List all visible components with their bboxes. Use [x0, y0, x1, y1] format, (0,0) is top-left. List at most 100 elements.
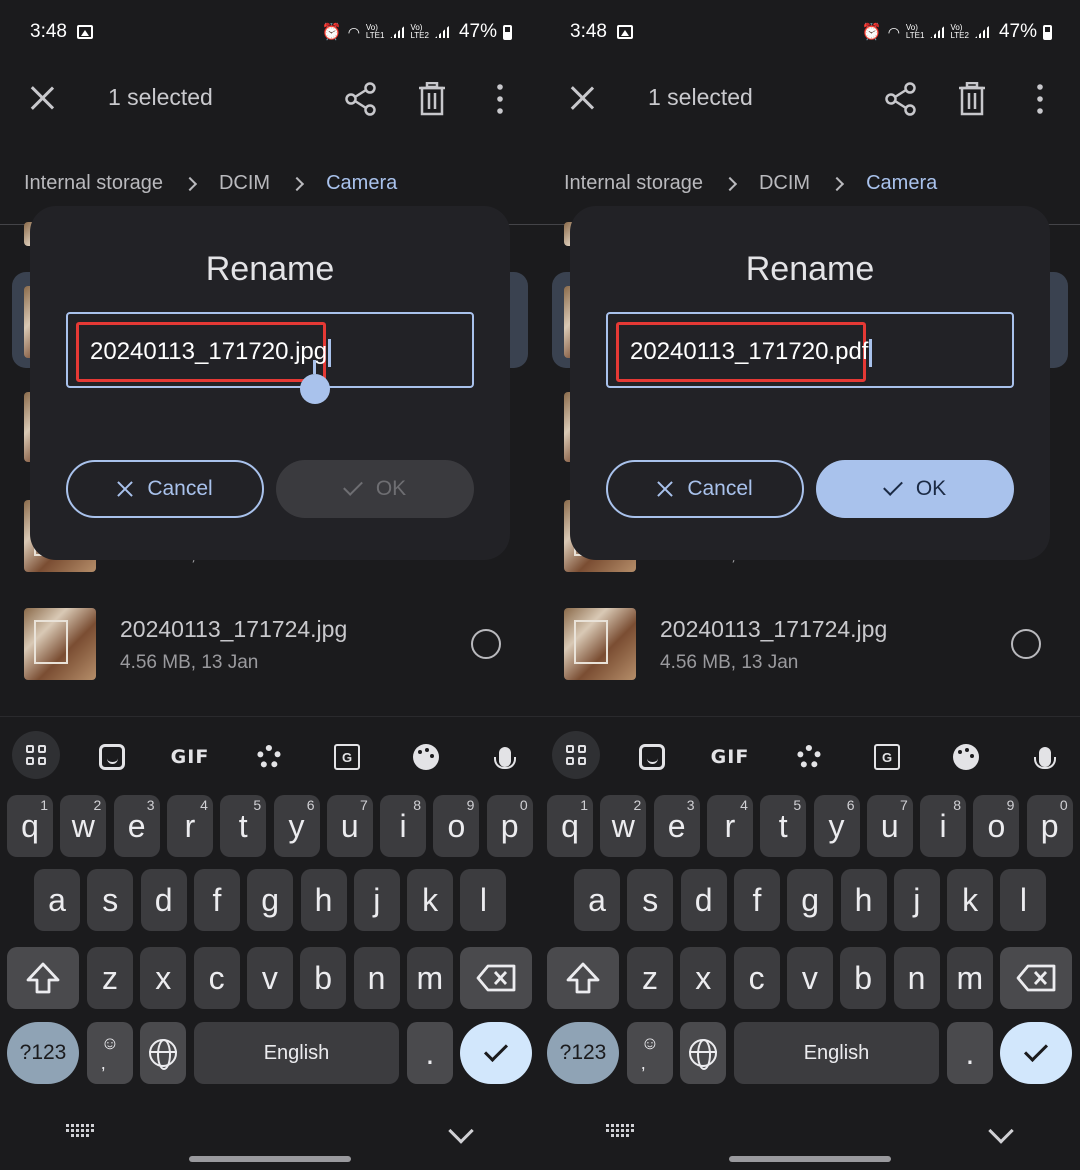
breadcrumb-internal-storage[interactable]: Internal storage — [24, 172, 163, 195]
key-b[interactable]: b — [300, 947, 347, 1009]
cancel-button[interactable]: Cancel — [606, 460, 804, 518]
key-j[interactable]: j — [353, 869, 400, 931]
key-z[interactable]: z — [87, 947, 133, 1009]
mic-icon[interactable] — [483, 735, 527, 779]
key-e[interactable]: e3 — [653, 795, 700, 857]
key-h[interactable]: h — [840, 869, 887, 931]
enter-key[interactable] — [460, 1022, 532, 1084]
shift-key[interactable] — [547, 947, 619, 1009]
close-icon[interactable] — [568, 84, 596, 112]
key-i[interactable]: i8 — [920, 795, 967, 857]
key-c[interactable]: c — [193, 947, 240, 1009]
settings-icon[interactable] — [247, 735, 291, 779]
key-u[interactable]: u7 — [866, 795, 913, 857]
keyboard-switch-icon[interactable] — [66, 1124, 94, 1140]
key-b[interactable]: b — [840, 947, 887, 1009]
delete-icon[interactable] — [958, 82, 986, 116]
key-p[interactable]: p0 — [486, 795, 533, 857]
key-n[interactable]: n — [893, 947, 940, 1009]
mic-icon[interactable] — [1023, 735, 1067, 779]
translate-icon[interactable]: G — [325, 735, 369, 779]
key-u[interactable]: u7 — [326, 795, 373, 857]
backspace-key[interactable] — [1000, 947, 1072, 1009]
translate-icon[interactable]: G — [865, 735, 909, 779]
list-item[interactable]: 20240113_171724.jpg 4.56 MB, 13 Jan — [540, 606, 1080, 686]
key-t[interactable]: t5 — [760, 795, 807, 857]
key-w[interactable]: w2 — [600, 795, 647, 857]
filename-input[interactable]: 20240113_171720.pdf — [606, 312, 1014, 388]
list-item[interactable]: 20240113_171724.jpg 4.56 MB, 13 Jan — [0, 606, 540, 686]
key-y[interactable]: y6 — [813, 795, 860, 857]
key-f[interactable]: f — [193, 869, 240, 931]
key-o[interactable]: o9 — [973, 795, 1020, 857]
settings-icon[interactable] — [787, 735, 831, 779]
filename-input[interactable]: 20240113_171720.jpg — [66, 312, 474, 388]
more-options-icon[interactable] — [492, 82, 508, 116]
breadcrumb-camera[interactable]: Camera — [866, 172, 937, 195]
key-m[interactable]: m — [406, 947, 453, 1009]
key-s[interactable]: s — [87, 869, 134, 931]
apps-grid-icon[interactable] — [552, 731, 600, 779]
gif-button[interactable]: GIF — [708, 735, 752, 779]
breadcrumb-internal-storage[interactable]: Internal storage — [564, 172, 703, 195]
key-p[interactable]: p0 — [1026, 795, 1073, 857]
shift-key[interactable] — [7, 947, 79, 1009]
key-d[interactable]: d — [140, 869, 187, 931]
key-g[interactable]: g — [247, 869, 294, 931]
key-g[interactable]: g — [787, 869, 834, 931]
ok-button[interactable]: OK — [276, 460, 474, 518]
cancel-button[interactable]: Cancel — [66, 460, 264, 518]
key-k[interactable]: k — [407, 869, 454, 931]
key-a[interactable]: a — [574, 869, 620, 931]
select-radio[interactable] — [471, 629, 501, 659]
breadcrumb-camera[interactable]: Camera — [326, 172, 397, 195]
key-r[interactable]: r4 — [706, 795, 753, 857]
selection-handle[interactable] — [300, 360, 330, 404]
breadcrumb-dcim[interactable]: DCIM — [759, 172, 810, 195]
key-e[interactable]: e3 — [113, 795, 160, 857]
apps-grid-icon[interactable] — [12, 731, 60, 779]
key-j[interactable]: j — [893, 869, 940, 931]
key-q[interactable]: q1 — [7, 795, 53, 857]
key-i[interactable]: i8 — [380, 795, 427, 857]
close-icon[interactable] — [28, 84, 56, 112]
delete-icon[interactable] — [418, 82, 446, 116]
symbols-key[interactable]: ?123 — [547, 1022, 619, 1084]
key-s[interactable]: s — [627, 869, 674, 931]
key-q[interactable]: q1 — [547, 795, 593, 857]
period-key[interactable]: . — [947, 1022, 993, 1084]
palette-icon[interactable] — [944, 735, 988, 779]
key-x[interactable]: x — [680, 947, 727, 1009]
period-key[interactable]: . — [407, 1022, 453, 1084]
key-m[interactable]: m — [946, 947, 993, 1009]
key-v[interactable]: v — [786, 947, 833, 1009]
breadcrumb-dcim[interactable]: DCIM — [219, 172, 270, 195]
sticker-icon[interactable] — [90, 735, 134, 779]
emoji-comma-key[interactable]: ☺ , — [627, 1022, 673, 1084]
space-key[interactable]: English — [734, 1022, 939, 1084]
key-w[interactable]: w2 — [60, 795, 107, 857]
share-icon[interactable] — [884, 82, 918, 116]
key-o[interactable]: o9 — [433, 795, 480, 857]
sticker-icon[interactable] — [630, 735, 674, 779]
key-x[interactable]: x — [140, 947, 187, 1009]
key-r[interactable]: r4 — [166, 795, 213, 857]
key-l[interactable]: l — [460, 869, 507, 931]
gesture-nav-handle[interactable] — [189, 1156, 351, 1162]
enter-key[interactable] — [1000, 1022, 1072, 1084]
symbols-key[interactable]: ?123 — [7, 1022, 79, 1084]
select-radio[interactable] — [1011, 629, 1041, 659]
ok-button[interactable]: OK — [816, 460, 1014, 518]
gesture-nav-handle[interactable] — [729, 1156, 891, 1162]
key-f[interactable]: f — [733, 869, 780, 931]
emoji-comma-key[interactable]: ☺ , — [87, 1022, 133, 1084]
palette-icon[interactable] — [404, 735, 448, 779]
key-c[interactable]: c — [733, 947, 780, 1009]
key-n[interactable]: n — [353, 947, 400, 1009]
backspace-key[interactable] — [460, 947, 532, 1009]
key-v[interactable]: v — [246, 947, 293, 1009]
more-options-icon[interactable] — [1032, 82, 1048, 116]
key-k[interactable]: k — [947, 869, 994, 931]
key-a[interactable]: a — [34, 869, 80, 931]
space-key[interactable]: English — [194, 1022, 399, 1084]
